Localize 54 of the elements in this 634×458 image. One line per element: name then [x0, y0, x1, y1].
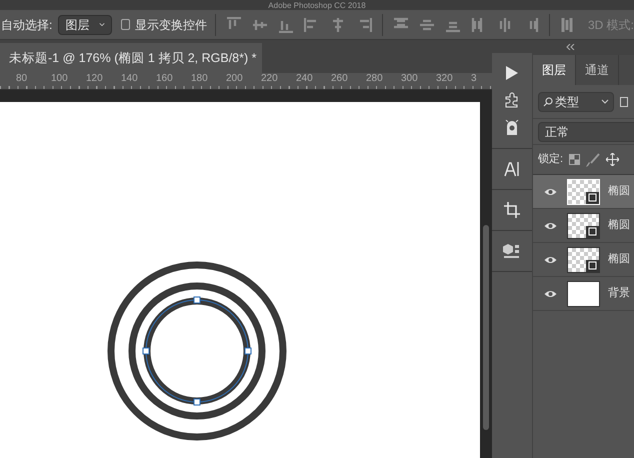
ruler-label: 160 — [155, 73, 174, 85]
auto-select-label: 自动选择: — [1, 16, 52, 34]
caret-icon — [601, 99, 609, 104]
filter-toggle[interactable] — [620, 96, 628, 106]
panel-tab[interactable]: 图层 — [533, 55, 575, 85]
puzzle-icon[interactable] — [504, 92, 520, 108]
shape-layer-icon — [588, 193, 597, 202]
transform-checkbox[interactable] — [121, 19, 130, 30]
move-icon[interactable] — [606, 153, 620, 166]
shape-layer-icon — [588, 227, 597, 236]
transparency-lock-icon[interactable] — [569, 154, 580, 165]
ruler-label: 120 — [85, 73, 104, 85]
robot-icon[interactable] — [505, 120, 519, 136]
layer-row[interactable]: 椭圆 — [533, 175, 634, 209]
layer-name: 椭圆 — [608, 184, 630, 200]
filter-dropdown[interactable]: 类型 — [538, 92, 614, 112]
brush-icon[interactable] — [586, 152, 600, 166]
ruler-label: 320 — [435, 73, 454, 85]
panel-tab[interactable]: 通道 — [575, 55, 618, 85]
ruler-label: 240 — [295, 73, 314, 85]
ruler-label: 100 — [50, 73, 69, 85]
crop-icon[interactable] — [504, 202, 520, 218]
show-transform-label: 显示变换控件 — [135, 16, 208, 34]
ruler-label: 180 — [190, 73, 209, 85]
layer-name: 背景 — [608, 286, 630, 302]
document-tab[interactable]: 未标题-1 @ 176% (椭圆 1 拷贝 2, RGB/8*) * — [0, 43, 262, 73]
eye-icon[interactable] — [544, 256, 556, 264]
eye-icon[interactable] — [544, 290, 556, 298]
shape-layer-icon — [588, 261, 597, 270]
ruler-label: 220 — [260, 73, 279, 85]
lock-label: 锁定: — [538, 152, 564, 168]
eye-icon[interactable] — [544, 188, 556, 196]
layer-thumbnail — [567, 280, 600, 306]
ruler-label: 260 — [330, 73, 349, 85]
layer-name: 椭圆 — [608, 218, 630, 234]
ruler-label: 200 — [225, 73, 244, 85]
ruler-label: 80 — [15, 73, 28, 85]
search-icon — [543, 96, 553, 106]
play-icon[interactable] — [505, 64, 519, 81]
caret-icon — [99, 22, 106, 27]
type-tool-icon[interactable] — [504, 161, 520, 177]
blend-mode-dropdown[interactable]: 正常 — [538, 122, 634, 142]
collapse-icon[interactable] — [566, 44, 574, 50]
ruler-label: 140 — [120, 73, 139, 85]
scrollbar[interactable] — [483, 225, 489, 430]
ruler-label: 3 — [470, 73, 478, 85]
auto-select-dropdown[interactable]: 图层 — [58, 14, 112, 34]
ruler-label: 300 — [400, 73, 419, 85]
3d-cube-icon[interactable] — [503, 243, 521, 259]
app-title: Adobe Photoshop CC 2018 — [268, 0, 366, 10]
distribute-icon[interactable] — [560, 16, 574, 32]
eye-icon[interactable] — [544, 222, 556, 230]
layer-name: 椭圆 — [608, 252, 630, 268]
ruler-label: 280 — [365, 73, 384, 85]
